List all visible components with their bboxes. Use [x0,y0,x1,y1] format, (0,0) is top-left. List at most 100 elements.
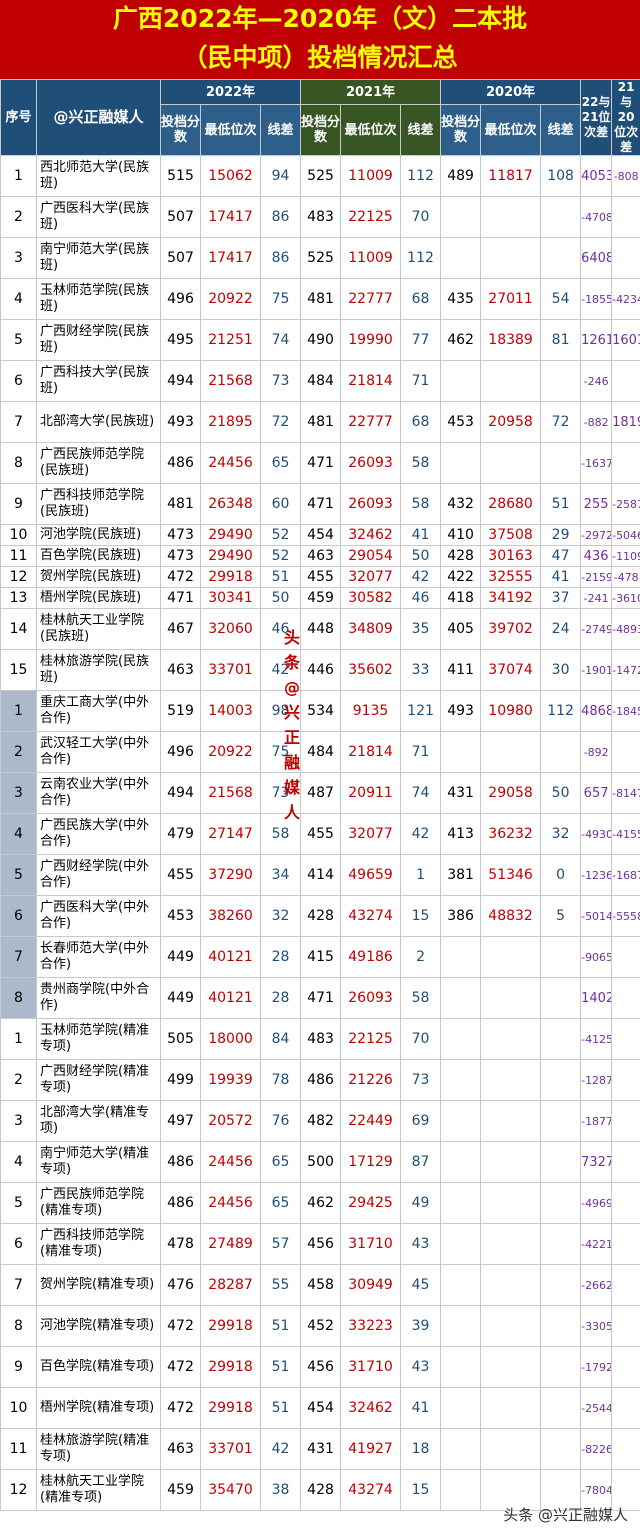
row-rank-2021: 43274 [340,1469,402,1511]
row-score-2021: 446 [300,649,342,691]
row-score-2021: 428 [300,895,342,937]
row-diff-2022: 78 [259,1059,302,1101]
title-line-1: 广西2022年—2020年（文）二本批 [112,4,528,33]
row-rank-change-22-21: -2544 [580,1387,613,1429]
row-diff-2021: 18 [400,1428,442,1470]
row-diff-2020: 24 [540,608,582,650]
row-score-2020: 422 [440,566,482,588]
table-row: 8贵州商学院(中外合作)44940121284712609358 14028 [0,977,640,1019]
row-score-2020: 418 [440,587,482,609]
row-school-name: 广西财经学院(中外合作) [36,854,161,896]
row-rank-2020 [480,442,542,484]
row-rank-2021: 22777 [340,278,402,320]
row-school-name: 桂林旅游学院(精准专项) [36,1428,161,1470]
row-diff-2021: 42 [400,813,442,855]
row-rank-2022: 19939 [200,1059,261,1101]
row-rank-2022: 18000 [200,1018,261,1060]
row-diff-2021: 112 [400,155,442,197]
row-score-2020: 462 [440,319,482,361]
row-school-name: 梧州学院(民族班) [36,587,161,609]
row-diff-2020 [540,731,582,773]
row-rank-2021: 19990 [340,319,402,361]
row-seq: 5 [0,1182,37,1224]
row-rank-change-21-20: -1472 [611,649,640,691]
row-diff-2022: 28 [259,936,302,978]
row-score-2020 [440,1305,482,1347]
row-score-2022: 453 [160,895,201,937]
header-2020: 2020年 [440,78,582,106]
row-rank-change-22-21: 7327 [580,1141,613,1183]
row-rank-2021: 34809 [340,608,402,650]
row-school-name: 广西财经学院(精准专项) [36,1059,161,1101]
row-diff-2021: 49 [400,1182,442,1224]
row-score-2021: 490 [300,319,342,361]
row-diff-2020 [540,360,582,402]
title-line-2: （民中项）投档情况汇总 [182,43,458,72]
row-diff-2022: 75 [259,278,302,320]
row-rank-2021: 32077 [340,566,402,588]
header-2022: 2022年 [159,78,302,106]
row-rank-change-22-21: -1855 [580,278,613,320]
row-diff-2020 [540,1182,582,1224]
row-rank-change-21-20 [611,1428,640,1470]
row-diff-2021: 68 [400,278,442,320]
row-score-2022: 449 [160,977,201,1019]
row-score-2021: 483 [300,196,342,238]
row-rank-2020: 10980 [480,690,542,732]
header-diff-22-21: 22与21位次差 [580,79,613,156]
row-score-2022: 486 [160,1141,201,1183]
row-score-2020 [440,1223,482,1265]
header-seq: 序号 [0,79,37,156]
row-diff-2020: 51 [540,483,582,525]
row-seq: 14 [0,608,37,650]
row-score-2021: 459 [300,587,342,609]
row-rank-2021: 32462 [340,1387,402,1429]
watermark-char: 正 [283,728,300,747]
row-rank-change-21-20 [611,237,640,279]
row-score-2020 [440,1100,482,1142]
row-rank-2021: 41927 [340,1428,402,1470]
row-rank-change-21-20 [611,936,640,978]
row-seq: 5 [0,854,37,896]
row-seq: 9 [0,483,37,525]
row-rank-change-22-21: 6408 [580,237,613,279]
row-school-name: 玉林师范学院(民族班) [36,278,161,320]
table-row: 6 广西科技师范学院(精准专项) 478 27489 57 456 31710 43 -4221 [0,1223,640,1265]
table-row: 10 梧州学院(精准专项) 472 29918 51 454 32462 41 -2544 [0,1387,640,1429]
row-rank-change-21-20 [611,196,640,238]
row-rank-2020: 28680 [480,483,542,525]
row-seq: 11 [0,1428,37,1470]
row-rank-change-21-20 [611,1018,640,1060]
row-rank-change-22-21: 14028 [580,977,613,1019]
row-seq: 2 [0,196,37,238]
row-diff-2022: 65 [259,1141,302,1183]
row-score-2021: 456 [300,1346,342,1388]
table-row: 5 广西财经学院(民族班) 495 21251 74 490 19990 77 462 18389… [0,319,640,361]
row-diff-2021: 71 [400,360,442,402]
row-score-2022: 499 [160,1059,201,1101]
row-rank-2020 [480,360,542,402]
row-school-name: 广西民族大学(中外合作) [36,813,161,855]
row-score-2020 [440,1387,482,1429]
row-rank-2022: 17417 [200,196,261,238]
row-rank-change-21-20 [611,1305,640,1347]
row-rank-2022: 32060 [200,608,261,650]
row-rank-2021: 22125 [340,1018,402,1060]
row-diff-2022: 86 [259,196,302,238]
row-rank-change-21-20 [611,731,640,773]
table-row: 4 玉林师范学院(民族班) 496 20922 75 481 22777 68 435 27011… [0,278,640,320]
table-row: 13 梧州学院(民族班) 471 30341 50 459 30582 46 418 34192 3… [0,587,640,609]
row-score-2020: 381 [440,854,482,896]
row-seq: 13 [0,587,37,609]
watermark-char: @ [284,678,300,697]
row-rank-change-22-21: -4221 [580,1223,613,1265]
row-rank-2020: 11817 [480,155,542,197]
row-rank-change-21-20: -1687 [611,854,640,896]
row-diff-2021: 15 [400,1469,442,1511]
row-score-2020 [440,1059,482,1101]
row-school-name: 玉林师范学院(精准专项) [36,1018,161,1060]
row-score-2020: 453 [440,401,482,443]
row-rank-change-21-20 [611,1264,640,1306]
row-diff-2021: 39 [400,1305,442,1347]
row-rank-change-21-20: 1819 [611,401,640,443]
